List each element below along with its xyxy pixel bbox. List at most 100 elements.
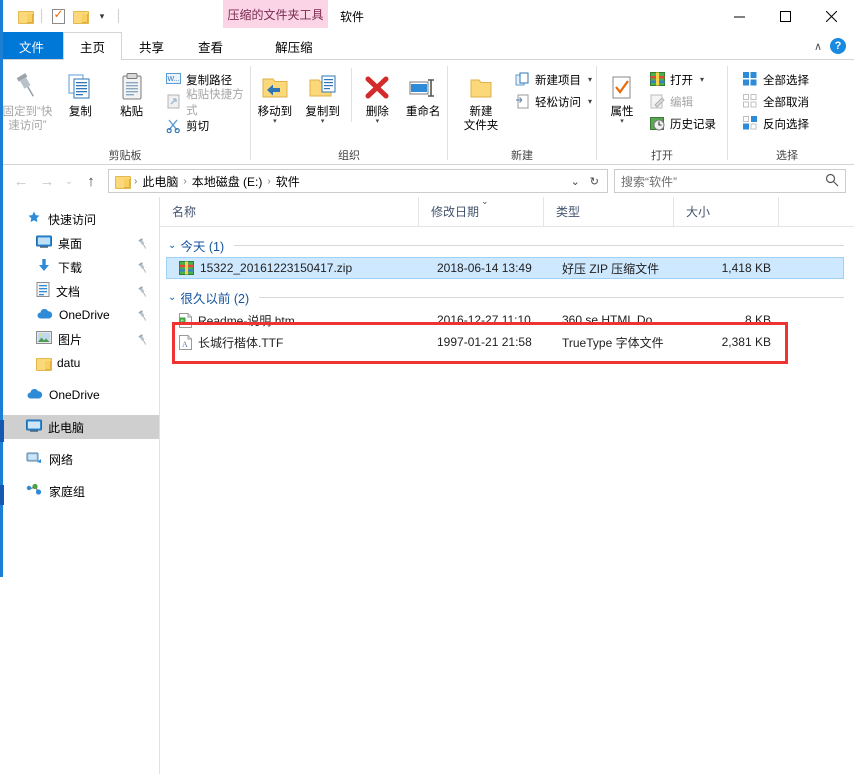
paste-button[interactable]: 粘贴 (106, 66, 157, 119)
invert-selection-button[interactable]: 反向选择 (740, 114, 812, 133)
forward-button[interactable]: → (34, 168, 60, 194)
new-item-button[interactable]: 新建项目 ▾ (512, 70, 595, 89)
documents-icon (36, 282, 50, 300)
chevron-down-icon[interactable]: ▾ (588, 75, 592, 84)
sidebar-item-documents[interactable]: 文档 (0, 279, 160, 303)
up-button[interactable]: ↑ (78, 168, 104, 194)
pin-icon[interactable] (138, 310, 148, 325)
chevron-down-icon[interactable]: ▾ (321, 118, 325, 125)
back-button[interactable]: ← (8, 168, 34, 194)
table-row[interactable]: e Readme-说明.htm 2016-12-27 11:10 360 se … (167, 309, 844, 331)
edit-button[interactable]: 编辑 (647, 92, 719, 111)
folder-icon (115, 175, 131, 189)
group-header-today[interactable]: ⌄ 今天 (1) (160, 233, 854, 257)
sidebar-item-datu[interactable]: datu (0, 351, 160, 375)
new-folder-label-line1: 新建 (469, 106, 493, 118)
sidebar-item-label: 网络 (49, 452, 74, 467)
collapse-ribbon-button[interactable]: ∧ (814, 40, 822, 53)
sidebar-item-downloads[interactable]: 下载 (0, 255, 160, 279)
sidebar-item-quick-access[interactable]: 快速访问 (0, 207, 160, 231)
pin-icon[interactable] (138, 238, 148, 253)
help-button[interactable]: ? (830, 38, 846, 54)
refresh-button[interactable]: ↻ (586, 175, 603, 188)
group-header-long-ago[interactable]: ⌄ 很久以前 (2) (160, 285, 854, 309)
copy-to-button[interactable]: 复制到 ▾ (299, 66, 347, 125)
paste-shortcut-button[interactable]: 粘贴快捷方式 (163, 89, 250, 117)
open-button[interactable]: 打开 ▾ (647, 70, 719, 89)
maximize-button[interactable] (762, 0, 808, 32)
select-all-button[interactable]: 全部选择 (740, 70, 812, 89)
chevron-down-icon[interactable]: ▾ (620, 118, 624, 125)
qat-properties-folder-button[interactable] (14, 5, 36, 27)
qat-new-folder-button[interactable] (69, 5, 91, 27)
table-row[interactable]: 15322_20161223150417.zip 2018-06-14 13:4… (166, 257, 844, 279)
sidebar-item-homegroup[interactable]: 家庭组 (0, 479, 160, 503)
rename-button[interactable]: 重命名 (399, 66, 447, 119)
column-header-type[interactable]: 类型 (543, 196, 673, 227)
chevron-down-icon[interactable]: ▾ (700, 75, 704, 84)
pin-icon[interactable] (138, 262, 148, 277)
move-to-icon (260, 70, 290, 102)
desktop-icon (36, 235, 52, 252)
search-box[interactable]: 搜索“软件” (614, 169, 846, 193)
address-bar: ← → ⌄ ↑ › 此电脑 › 本地磁盘 (E:) › 软件 ⌄ ↻ 搜索“软件… (0, 165, 854, 197)
tab-view[interactable]: 查看 (181, 32, 240, 60)
sidebar-item-onedrive-quick[interactable]: OneDrive (0, 303, 160, 327)
tab-extract[interactable]: 解压缩 (256, 32, 332, 60)
sidebar-item-this-pc[interactable]: 此电脑 (0, 415, 160, 439)
address-dropdown-button[interactable]: ⌄ (567, 175, 584, 188)
delete-button[interactable]: 删除 ▾ (356, 66, 400, 125)
chevron-down-icon[interactable]: ▾ (588, 97, 592, 106)
close-button[interactable] (808, 0, 854, 32)
column-header-name[interactable]: 名称 (160, 197, 418, 227)
copy-label: 复制 (68, 106, 92, 118)
tab-share[interactable]: 共享 (122, 32, 181, 60)
folder-icon (36, 357, 52, 371)
properties-button[interactable]: 属性 ▾ (599, 66, 645, 125)
zip-file-icon (179, 261, 194, 275)
minimize-button[interactable] (716, 0, 762, 32)
cell-modified-date: 2016-12-27 11:10 (437, 313, 531, 327)
breadcrumb-this-pc[interactable]: 此电脑 (139, 173, 181, 190)
history-button[interactable]: 历史记录 (647, 114, 719, 133)
this-pc-icon (26, 419, 42, 436)
new-folder-button[interactable]: 新建 文件夹 (454, 66, 508, 133)
divider (350, 68, 352, 122)
ribbon-group-organize: 移动到 ▾ 复制到 ▾ 删除 ▾ 重命名 组织 (251, 60, 447, 164)
chevron-down-icon[interactable]: ⌄ (168, 292, 176, 303)
sidebar-item-desktop[interactable]: 桌面 (0, 231, 160, 255)
address-breadcrumb-box[interactable]: › 此电脑 › 本地磁盘 (E:) › 软件 ⌄ ↻ (108, 169, 608, 193)
search-input[interactable]: 搜索“软件” (621, 173, 825, 190)
move-to-button[interactable]: 移动到 ▾ (251, 66, 299, 125)
copy-button[interactable]: 复制 (55, 66, 106, 119)
tab-file[interactable]: 文件 (0, 32, 64, 60)
chevron-down-icon[interactable]: ⌄ (168, 240, 176, 251)
pin-icon[interactable] (138, 334, 148, 349)
cut-button[interactable]: 剪切 (163, 116, 250, 135)
scissors-icon (166, 118, 181, 134)
tab-home[interactable]: 主页 (63, 32, 123, 60)
easy-access-button[interactable]: 轻松访问 ▾ (512, 92, 595, 111)
qat-properties-button[interactable] (47, 5, 69, 27)
pin-icon[interactable] (138, 286, 148, 301)
network-icon (26, 451, 43, 468)
table-row[interactable]: A 长城行楷体.TTF 1997-01-21 21:58 TrueType 字体… (167, 331, 844, 353)
column-header-date[interactable]: 修改日期 ⌄ (418, 196, 543, 227)
sidebar-item-onedrive[interactable]: OneDrive (0, 383, 160, 407)
breadcrumb-local-disk[interactable]: 本地磁盘 (E:) (189, 173, 266, 190)
select-none-button[interactable]: 全部取消 (740, 92, 812, 111)
sidebar-item-network[interactable]: 网络 (0, 447, 160, 471)
sidebar-item-pictures[interactable]: 图片 (0, 327, 160, 351)
copy-to-label: 复制到 (305, 106, 340, 118)
ribbon-group-new: 新建 文件夹 新建项目 ▾ 轻松访问 ▾ 新建 (448, 60, 596, 164)
history-icon (650, 116, 665, 131)
pin-to-quick-access-button[interactable]: 固定到“快 速访问” (0, 66, 55, 133)
recent-locations-button[interactable]: ⌄ (60, 168, 78, 194)
column-header-size[interactable]: 大小 (673, 196, 778, 227)
qat-customize-button[interactable]: ▾ (91, 5, 113, 27)
chevron-down-icon[interactable]: ▾ (273, 118, 277, 125)
breadcrumb-current-folder[interactable]: 软件 (273, 173, 303, 190)
chevron-down-icon[interactable]: ▾ (376, 118, 380, 125)
select-none-icon (743, 94, 758, 109)
delete-icon (363, 70, 391, 102)
